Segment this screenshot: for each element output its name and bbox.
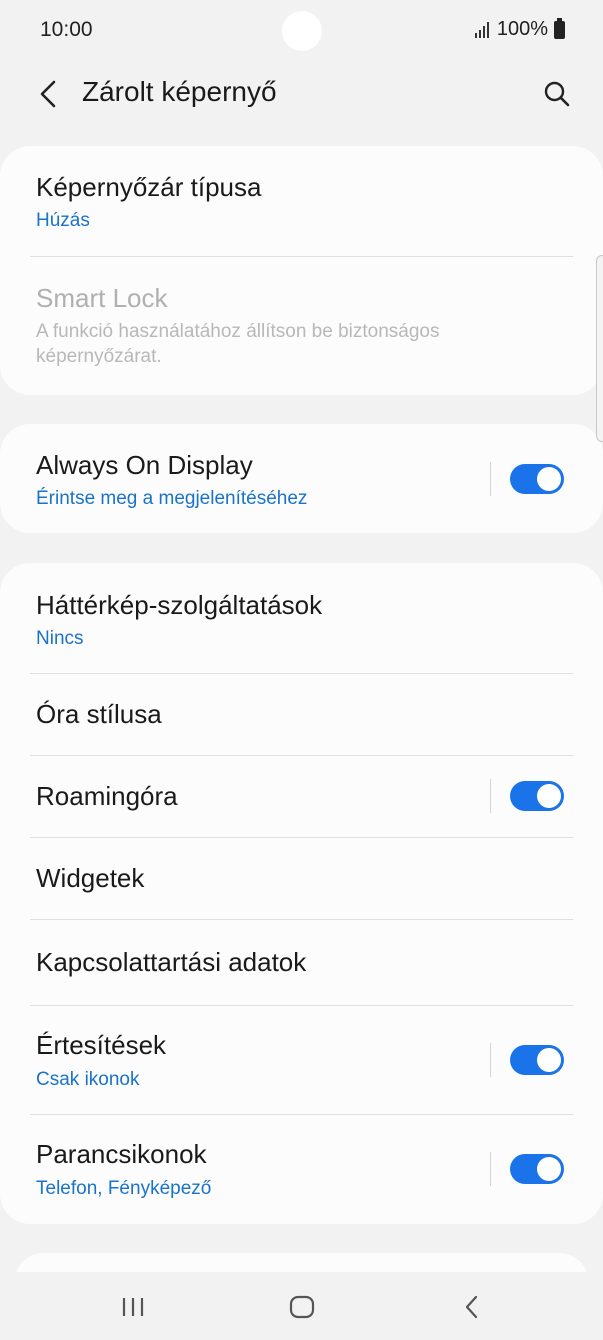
home-icon: [289, 1295, 315, 1319]
screen-lock-type-label: Képernyőzár típusa: [36, 172, 262, 202]
roaming-clock-item[interactable]: Roamingóra: [0, 756, 603, 837]
app-bar: Zárolt képernyő: [0, 62, 603, 132]
toggle-knob: [537, 467, 561, 491]
chevron-left-icon: [40, 80, 56, 108]
always-on-display-item[interactable]: Always On Display Érintse meg a megjelen…: [0, 424, 603, 533]
lockscreen-options-card: Háttérkép-szolgáltatások Nincs Óra stílu…: [0, 563, 603, 1224]
search-button[interactable]: [537, 74, 577, 114]
toggle-separator: [490, 779, 491, 813]
smart-lock-description: A funkció használatához állítson be bizt…: [36, 321, 440, 367]
recent-apps-icon: [122, 1298, 144, 1316]
clock-style-item[interactable]: Óra stílusa: [0, 674, 603, 755]
home-button[interactable]: [282, 1290, 322, 1324]
status-time: 10:00: [40, 18, 93, 41]
recent-apps-button[interactable]: [113, 1290, 153, 1324]
wallpaper-services-item[interactable]: Háttérkép-szolgáltatások Nincs: [0, 563, 603, 673]
wallpaper-services-label: Háttérkép-szolgáltatások: [36, 590, 323, 620]
smart-lock-label: Smart Lock: [36, 283, 168, 313]
roaming-clock-toggle[interactable]: [510, 781, 564, 811]
roaming-clock-label: Roamingóra: [36, 781, 178, 811]
contact-info-item[interactable]: Kapcsolattartási adatok: [0, 920, 603, 1005]
navigation-bar: [0, 1272, 603, 1340]
contact-info-label: Kapcsolattartási adatok: [36, 947, 307, 977]
toggle-separator: [490, 1152, 491, 1186]
shortcuts-label: Parancsikonok: [36, 1139, 207, 1169]
status-bar: 10:00 100%: [0, 0, 603, 62]
notifications-label: Értesítések: [36, 1030, 167, 1060]
wallpaper-services-value: Nincs: [36, 628, 84, 649]
screen-lock-type-item[interactable]: Képernyőzár típusa Húzás: [0, 146, 603, 256]
toggle-knob: [537, 784, 561, 808]
notifications-toggle[interactable]: [510, 1045, 564, 1075]
notifications-value: Csak ikonok: [36, 1069, 140, 1090]
aod-card: Always On Display Érintse meg a megjelen…: [0, 424, 603, 533]
battery-percent: 100%: [496, 18, 548, 40]
smart-lock-item: Smart Lock A funkció használatához állít…: [0, 257, 603, 395]
search-icon: [544, 81, 570, 107]
toggle-knob: [537, 1157, 561, 1181]
toggle-separator: [490, 1043, 491, 1077]
page-title: Zárolt képernyő: [82, 76, 277, 107]
shortcuts-value: Telefon, Fényképező: [36, 1178, 212, 1199]
back-nav-button[interactable]: [452, 1290, 492, 1324]
always-on-display-toggle[interactable]: [510, 464, 564, 494]
back-icon: [465, 1295, 478, 1319]
battery-icon: [554, 17, 565, 39]
widgets-item[interactable]: Widgetek: [0, 838, 603, 919]
notifications-item[interactable]: Értesítések Csak ikonok: [0, 1006, 603, 1114]
toggle-separator: [490, 462, 491, 496]
scroll-handle[interactable]: [596, 255, 603, 442]
clock-style-label: Óra stílusa: [36, 699, 162, 729]
screen-lock-type-value: Húzás: [36, 210, 90, 231]
status-right: 100%: [474, 17, 565, 41]
camera-cutout: [282, 11, 322, 51]
always-on-display-label: Always On Display: [36, 450, 253, 480]
shortcuts-item[interactable]: Parancsikonok Telefon, Fényképező: [0, 1115, 603, 1224]
signal-icon: [474, 21, 489, 38]
shortcuts-toggle[interactable]: [510, 1154, 564, 1184]
back-button[interactable]: [28, 74, 68, 114]
toggle-knob: [537, 1048, 561, 1072]
widgets-label: Widgetek: [36, 863, 145, 893]
lock-settings-card: Képernyőzár típusa Húzás Smart Lock A fu…: [0, 146, 603, 395]
always-on-display-value: Érintse meg a megjelenítéséhez: [36, 488, 308, 509]
